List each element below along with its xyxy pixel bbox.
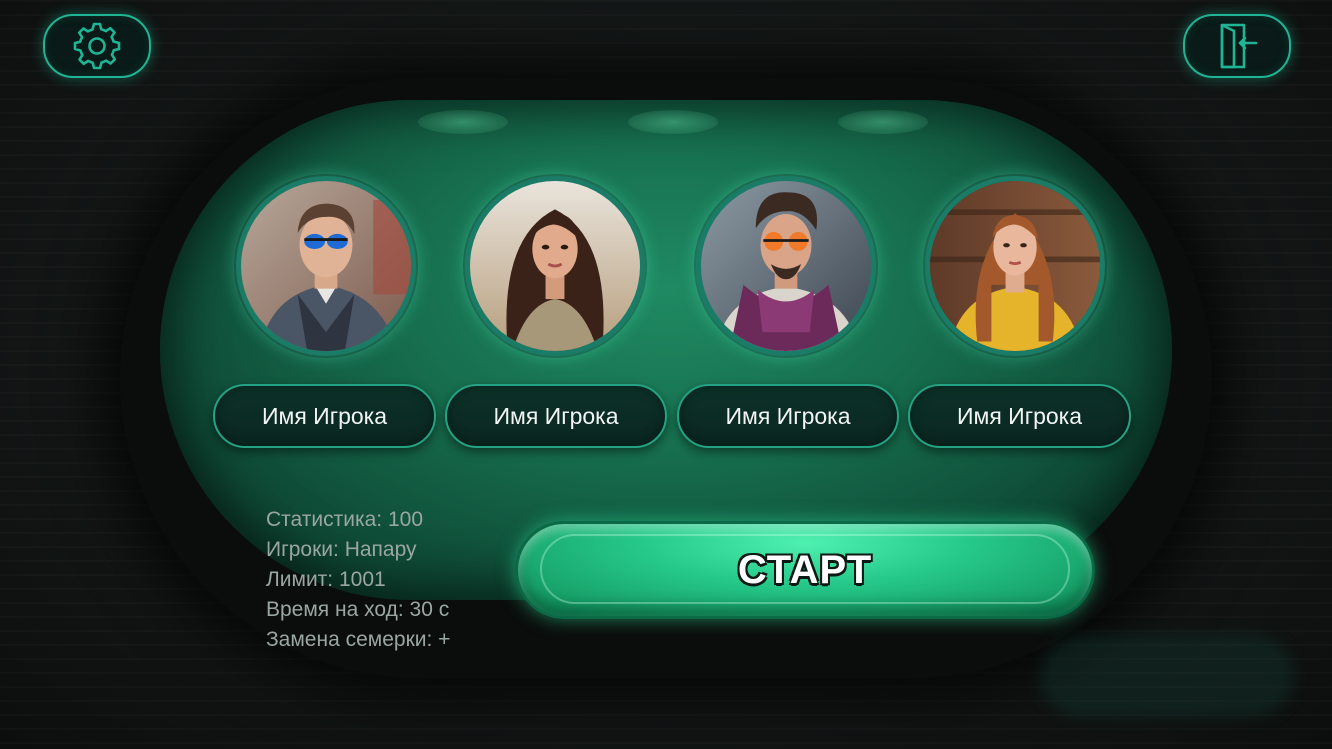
exit-button[interactable] xyxy=(1183,14,1291,78)
game-lobby-screen: Имя Игрока Имя Игрока Имя Игрока Имя Игр… xyxy=(0,0,1332,749)
player-photo-woman-yellow-sweater xyxy=(930,181,1100,351)
start-button[interactable]: СТАРТ xyxy=(515,521,1095,619)
player-name-button[interactable]: Имя Игрока xyxy=(908,384,1131,448)
player-avatar[interactable] xyxy=(925,176,1105,356)
table-light xyxy=(838,110,928,134)
player-avatar[interactable] xyxy=(465,176,645,356)
settings-button[interactable] xyxy=(43,14,151,78)
statistics-text: Статистика: 100 xyxy=(266,508,423,531)
player-photo-man-orange-sunglasses-scarf xyxy=(701,181,871,351)
table-light xyxy=(418,110,508,134)
turn-time-text: Время на ход: 30 с xyxy=(266,598,450,621)
game-settings-summary: Статистика: 100 Игроки: Напару Лимит: 10… xyxy=(266,505,450,655)
player-avatar[interactable] xyxy=(696,176,876,356)
limit-text: Лимит: 1001 xyxy=(266,568,386,591)
faded-background-button xyxy=(1046,642,1288,710)
exit-door-icon xyxy=(1220,23,1258,69)
player-photo-man-blue-sunglasses xyxy=(241,181,411,351)
table-light xyxy=(628,110,718,134)
gear-icon xyxy=(73,22,121,70)
player-avatar[interactable] xyxy=(236,176,416,356)
players-mode-text: Игроки: Напару xyxy=(266,538,417,561)
start-button-label: СТАРТ xyxy=(737,547,873,592)
player-name-button[interactable]: Имя Игрока xyxy=(677,384,899,448)
player-name-button[interactable]: Имя Игрока xyxy=(445,384,667,448)
player-name-button[interactable]: Имя Игрока xyxy=(213,384,436,448)
player-photo-woman-dark-hair xyxy=(470,181,640,351)
seven-swap-text: Замена семерки: + xyxy=(266,628,451,651)
